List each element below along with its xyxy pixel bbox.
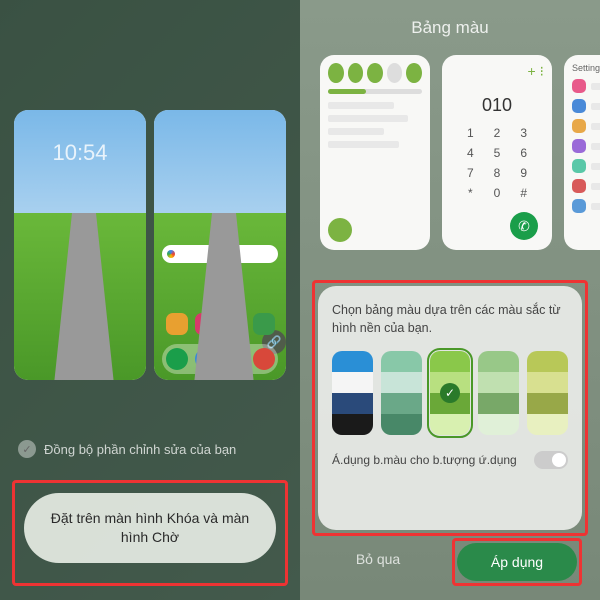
dial-key: 1	[458, 124, 483, 142]
dial-key: 8	[485, 164, 510, 182]
theme-card-dialer[interactable]: + ⁝ 010 123456789*0# ✆	[442, 55, 552, 250]
left-panel: 10:54 🔗 ✓ Đồng bộ phần chỉnh sửa	[0, 0, 300, 600]
search-bar-preview	[162, 245, 278, 263]
clock-text: 10:54	[14, 140, 146, 166]
dial-pad: 123 456 789 *0#	[450, 124, 544, 202]
dial-key: 9	[511, 164, 536, 182]
check-icon: ✓	[440, 383, 460, 403]
dial-key: 7	[458, 164, 483, 182]
highlight-box-apply: Áp dụng	[452, 538, 582, 586]
color-swatch[interactable]	[478, 351, 519, 435]
color-swatch[interactable]	[332, 351, 373, 435]
dial-key: 2	[485, 124, 510, 142]
theme-card-quickpanel[interactable]	[320, 55, 430, 250]
color-swatch[interactable]: ✓	[430, 351, 471, 435]
apply-label: Áp dụng	[491, 554, 543, 570]
dial-key: *	[458, 184, 483, 202]
button-label: Đặt trên màn hình Khóa và màn hình Chờ	[44, 509, 256, 547]
check-icon: ✓	[18, 440, 36, 458]
panel-title: Bảng màu	[300, 18, 600, 38]
apply-icons-toggle-row[interactable]: Á.dụng b.màu cho b.tượng ứ.dụng	[332, 451, 568, 469]
lockscreen-preview[interactable]: 10:54	[14, 110, 146, 380]
skip-label: Bỏ qua	[356, 551, 400, 567]
palette-prompt: Chọn bảng màu dựa trên các màu sắc từ hì…	[332, 302, 568, 337]
google-icon	[167, 250, 175, 258]
color-swatch[interactable]	[381, 351, 422, 435]
settings-heading: Settings	[572, 63, 600, 73]
dial-key: 6	[511, 144, 536, 162]
apply-button[interactable]: Áp dụng	[457, 543, 577, 581]
homescreen-preview[interactable]: 🔗	[154, 110, 286, 380]
bottom-actions: Bỏ qua Áp dụng	[318, 538, 582, 586]
dial-key: 4	[458, 144, 483, 162]
dial-key: 0	[485, 184, 510, 202]
color-swatch[interactable]	[527, 351, 568, 435]
wallpaper-previews: 10:54 🔗	[10, 110, 290, 380]
sync-label: Đồng bộ phần chỉnh sửa của bạn	[44, 442, 236, 457]
toggle-switch[interactable]	[534, 451, 568, 469]
dock-preview	[162, 344, 278, 374]
theme-previews: + ⁝ 010 123456789*0# ✆ Settings	[320, 55, 600, 255]
dial-key: #	[511, 184, 536, 202]
dial-number: 010	[450, 95, 544, 116]
sync-edits-row[interactable]: ✓ Đồng bộ phần chỉnh sửa của bạn	[18, 440, 282, 458]
right-panel: Bảng màu + ⁝ 010 123456789*0# ✆ Settings	[300, 0, 600, 600]
icon-row-preview	[162, 310, 278, 338]
dial-key: 3	[511, 124, 536, 142]
theme-card-settings[interactable]: Settings	[564, 55, 600, 250]
call-icon: ✆	[510, 212, 538, 240]
skip-button[interactable]: Bỏ qua	[318, 538, 438, 580]
set-wallpaper-button[interactable]: Đặt trên màn hình Khóa và màn hình Chờ	[24, 493, 276, 563]
color-swatches: ✓	[332, 351, 568, 435]
dial-key: 5	[485, 144, 510, 162]
fab-icon	[328, 218, 352, 242]
palette-sheet: Chọn bảng màu dựa trên các màu sắc từ hì…	[318, 286, 582, 530]
toggle-label: Á.dụng b.màu cho b.tượng ứ.dụng	[332, 453, 517, 467]
